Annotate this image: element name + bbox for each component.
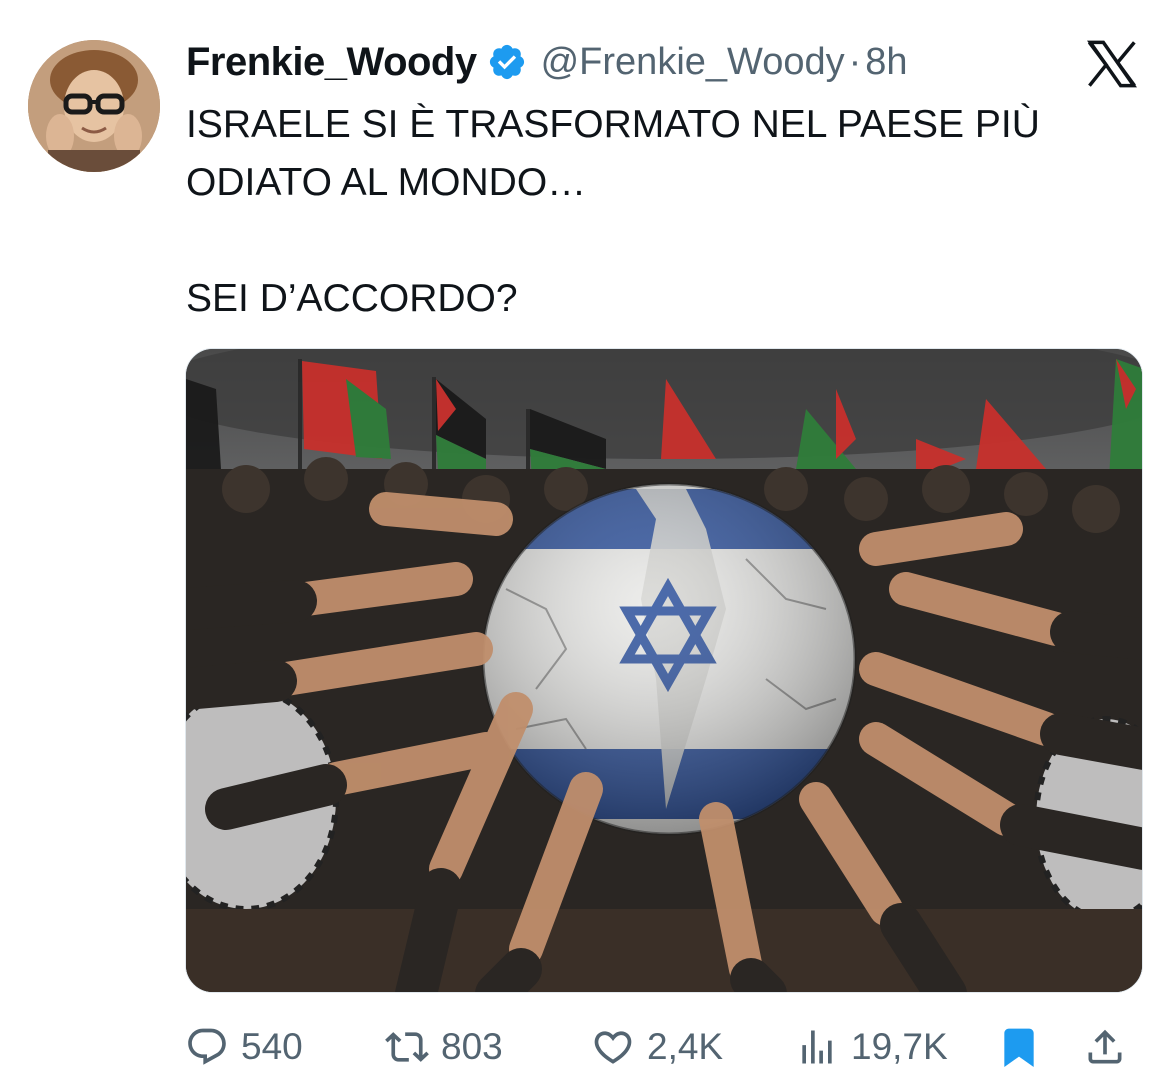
share-button[interactable] (1083, 1022, 1139, 1072)
retweet-icon (385, 1032, 429, 1062)
retweet-button[interactable]: 803 (385, 1022, 503, 1072)
reply-icon (188, 1028, 226, 1065)
share-icon (1088, 1029, 1122, 1064)
bookmark-filled-icon (1004, 1028, 1034, 1068)
timestamp[interactable]: 8h (865, 41, 907, 84)
tweet-text-line: ODIATO AL MONDO… (186, 161, 587, 204)
avatar-image (28, 40, 160, 172)
photo-image (186, 349, 1142, 992)
retweet-count: 803 (441, 1026, 503, 1067)
like-count: 2,4K (647, 1026, 724, 1067)
reply-count: 540 (241, 1026, 303, 1067)
views-button[interactable]: 19,7K (795, 1022, 948, 1072)
verified-badge-icon[interactable] (487, 42, 527, 82)
like-button[interactable]: 2,4K (591, 1022, 723, 1072)
tweet-header: Frenkie_Woody @Frenkie_Woody · 8h (186, 36, 908, 88)
tweet-text: ISRAELE SI È TRASFORMATO NEL PAESE PIÙ O… (186, 96, 1146, 328)
tweet-text-line: SEI D’ACCORDO? (186, 277, 518, 320)
separator-dot: · (848, 40, 862, 83)
tweet-media-image[interactable] (185, 348, 1143, 993)
views-chart-icon (802, 1030, 832, 1064)
heart-icon (594, 1031, 632, 1064)
bookmark-button[interactable] (997, 1022, 1053, 1072)
reply-button[interactable]: 540 (185, 1022, 303, 1072)
tweet-card: Frenkie_Woody @Frenkie_Woody · 8h ISRAEL… (0, 0, 1170, 1089)
avatar[interactable] (28, 40, 160, 172)
views-count: 19,7K (851, 1026, 948, 1067)
tweet-text-line: ISRAELE SI È TRASFORMATO NEL PAESE PIÙ (186, 103, 1040, 146)
display-name[interactable]: Frenkie_Woody (186, 40, 477, 85)
x-logo-icon (1087, 40, 1137, 88)
action-bar: 540 803 2,4K 19,7K (185, 1022, 1145, 1072)
handle[interactable]: @Frenkie_Woody (541, 41, 845, 84)
